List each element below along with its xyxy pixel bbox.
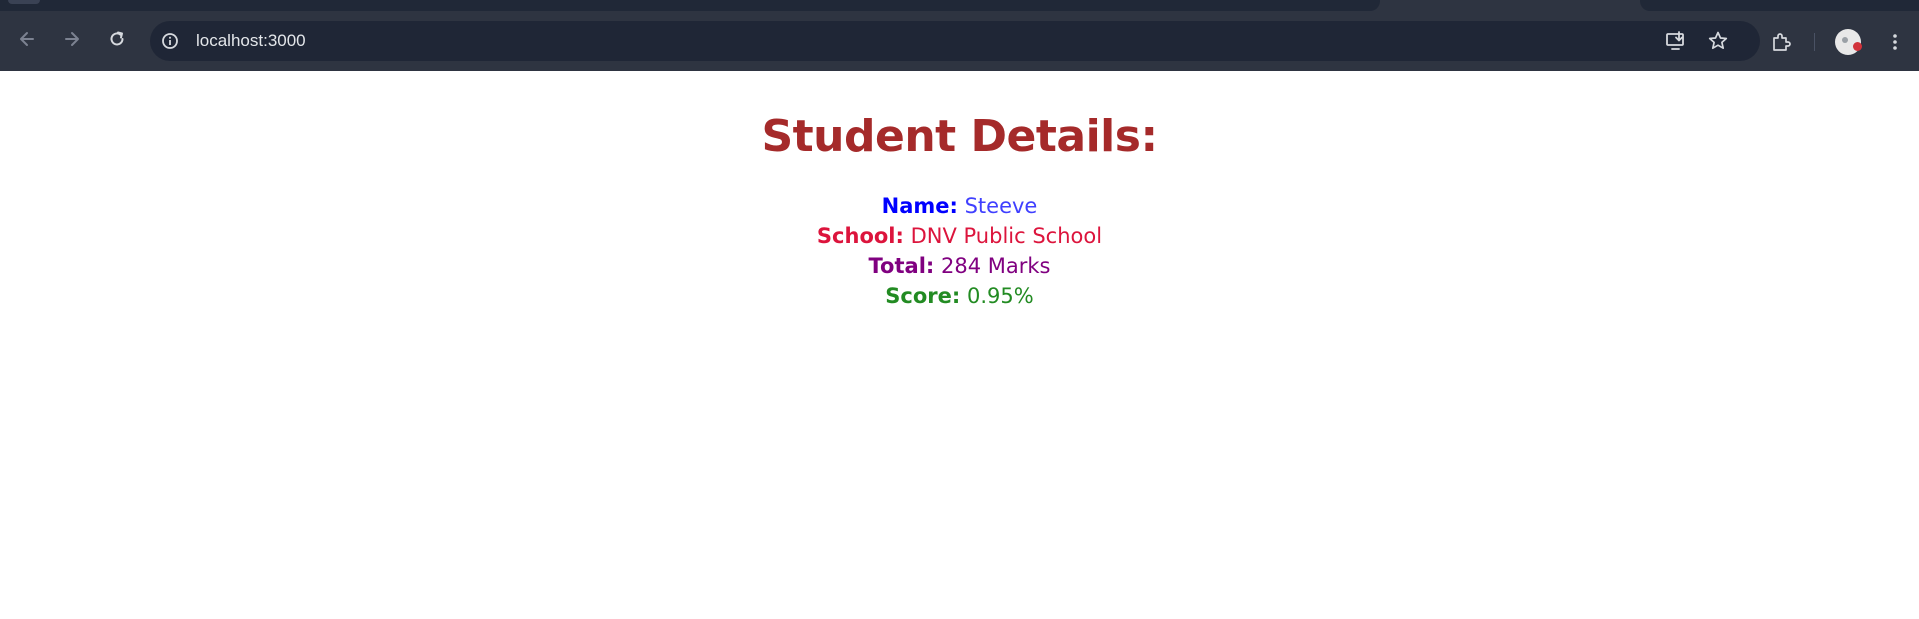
toolbar-divider <box>1814 33 1815 51</box>
active-tab[interactable] <box>0 0 1380 11</box>
avatar-face-icon <box>1842 37 1848 43</box>
back-button[interactable] <box>16 28 38 50</box>
forward-button[interactable] <box>61 28 83 50</box>
name-value: Steeve <box>964 194 1038 218</box>
install-app-icon[interactable] <box>1665 30 1687 52</box>
browser-chrome: localhost:3000 <box>0 0 1919 71</box>
school-row: School: DNV Public School <box>0 221 1919 251</box>
school-value: DNV Public School <box>910 224 1103 248</box>
profile-avatar[interactable] <box>1835 29 1862 55</box>
score-value: 0.95% <box>966 284 1034 308</box>
total-value: 284 Marks <box>940 254 1051 278</box>
page-content: Student Details: Name: Steeve School: DN… <box>0 71 1919 311</box>
tab-pill <box>8 0 40 4</box>
total-row: Total: 284 Marks <box>0 251 1919 281</box>
total-label: Total: <box>868 254 935 278</box>
back-arrow-icon <box>20 32 34 46</box>
reload-icon <box>110 31 124 46</box>
inactive-tab[interactable] <box>1640 0 1919 11</box>
site-info-icon[interactable] <box>160 31 180 51</box>
school-label: School: <box>816 224 904 248</box>
tab-strip <box>0 0 1919 12</box>
forward-arrow-icon <box>65 32 79 46</box>
score-row: Score: 0.95% <box>0 281 1919 311</box>
name-label: Name: <box>881 194 958 218</box>
extensions-icon[interactable] <box>1770 31 1792 53</box>
address-bar[interactable]: localhost:3000 <box>150 21 1760 61</box>
url-text[interactable]: localhost:3000 <box>196 31 306 51</box>
avatar-badge <box>1853 42 1862 51</box>
browser-toolbar: localhost:3000 <box>0 12 1919 71</box>
name-row: Name: Steeve <box>0 191 1919 221</box>
star-icon[interactable] <box>1707 30 1729 52</box>
more-menu-icon[interactable] <box>1884 31 1906 53</box>
score-label: Score: <box>885 284 961 308</box>
student-details: Name: Steeve School: DNV Public School T… <box>0 191 1919 311</box>
page-title: Student Details: <box>761 111 1158 162</box>
reload-button[interactable] <box>106 28 128 50</box>
